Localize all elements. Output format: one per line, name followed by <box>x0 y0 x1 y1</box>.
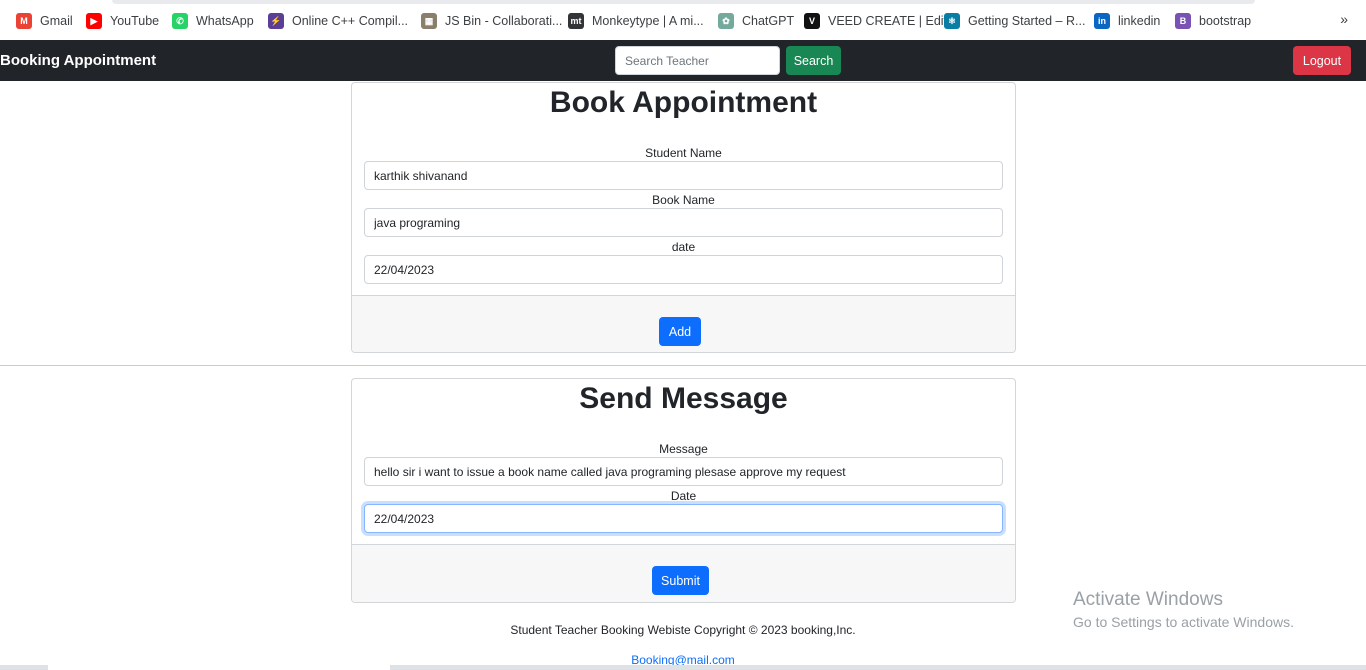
whatsapp-icon: ✆ <box>172 13 188 29</box>
navbar: Booking Appointment Search Logout <box>0 40 1366 81</box>
message-date-label: Date <box>670 489 697 503</box>
logout-button[interactable]: Logout <box>1293 46 1351 75</box>
address-bar-edge <box>112 0 1255 4</box>
jsbin-icon: ▦ <box>421 13 437 29</box>
book-appointment-card: Book Appointment Student Name Book Name … <box>351 82 1016 353</box>
youtube-icon: ▶ <box>86 13 102 29</box>
bookmark-react[interactable]: ⚛ Getting Started – R... <box>944 11 1085 31</box>
book-name-label: Book Name <box>652 193 715 207</box>
linkedin-icon: in <box>1094 13 1110 29</box>
bookmark-label: WhatsApp <box>196 14 254 28</box>
date-label: date <box>671 240 696 254</box>
bookmark-label: Gmail <box>40 14 73 28</box>
submit-button[interactable]: Submit <box>652 566 709 595</box>
book-appointment-title: Book Appointment <box>549 86 818 119</box>
send-message-card: Send Message Message Date Submit <box>351 378 1016 603</box>
book-card-footer: Add <box>352 295 1015 352</box>
bookmark-label: Monkeytype | A mi... <box>592 14 704 28</box>
bookmark-bootstrap[interactable]: Bbootstrap <box>1175 11 1251 31</box>
watermark-title: Activate Windows <box>1073 589 1223 610</box>
bookmark-label: JS Bin - Collaborati... <box>445 14 563 28</box>
search-teacher-input[interactable] <box>615 46 780 75</box>
bookmark-label: linkedin <box>1118 14 1161 28</box>
student-name-field[interactable] <box>364 161 1003 190</box>
bookmarks-bar: M Gmail ▶ YouTube ✆ WhatsApp ⚡ Online C++ Compi… <box>0 0 1366 40</box>
message-label: Message <box>659 442 708 456</box>
veed-icon: V <box>804 13 820 29</box>
book-name-field[interactable] <box>364 208 1003 237</box>
activate-windows-watermark: Activate Windows Go to Settings to activ… <box>1073 589 1294 630</box>
lightning-icon: ⚡ <box>268 13 284 29</box>
bookmark-whatsapp[interactable]: ✆ WhatsApp <box>172 11 254 31</box>
react-icon: ⚛ <box>944 13 960 29</box>
bookmark-label: bootstrap <box>1199 14 1252 28</box>
taskbar-tab <box>48 665 390 670</box>
bookmark-label: YouTube <box>110 14 160 28</box>
student-name-label: Student Name <box>645 146 722 160</box>
watermark-subtitle: Go to Settings to activate Windows. <box>1073 614 1294 630</box>
bootstrap-icon: B <box>1175 13 1191 29</box>
bookmarks-overflow-icon[interactable]: » <box>1340 11 1348 27</box>
monkeytype-icon: mt <box>568 13 584 29</box>
bookmark-label: Online C++ Compil... <box>292 14 409 28</box>
search-button[interactable]: Search <box>786 46 841 75</box>
bookmark-jsbin[interactable]: ▦ JS Bin - Collaborati... <box>421 11 562 31</box>
message-date-field[interactable] <box>364 504 1003 533</box>
bookmark-label: ChatGPT <box>742 14 795 28</box>
taskbar-edge <box>0 665 1366 670</box>
message-card-footer: Submit <box>352 544 1015 602</box>
bookmark-veed[interactable]: V VEED CREATE | Edit <box>804 11 947 31</box>
bookmark-label: Getting Started – R... <box>968 14 1086 28</box>
bookmark-chatgpt[interactable]: ✿ ChatGPT <box>718 11 794 31</box>
bookmark-lightning[interactable]: ⚡ Online C++ Compil... <box>268 11 408 31</box>
bookmark-linkedin[interactable]: in linkedin <box>1094 11 1160 31</box>
section-divider <box>0 365 1366 366</box>
appointment-date-field[interactable] <box>364 255 1003 284</box>
bookmark-youtube[interactable]: ▶ YouTube <box>86 11 159 31</box>
navbar-brand[interactable]: Booking Appointment <box>0 52 156 69</box>
bookmark-monkeytype[interactable]: mt Monkeytype | A mi... <box>568 11 704 31</box>
bookmark-label: VEED CREATE | Edit <box>828 14 948 28</box>
add-button[interactable]: Add <box>659 317 701 346</box>
bookmark-gmail[interactable]: M Gmail <box>16 11 73 31</box>
gmail-icon: M <box>16 13 32 29</box>
message-field[interactable] <box>364 457 1003 486</box>
send-message-title: Send Message <box>579 382 788 415</box>
chatgpt-icon: ✿ <box>718 13 734 29</box>
